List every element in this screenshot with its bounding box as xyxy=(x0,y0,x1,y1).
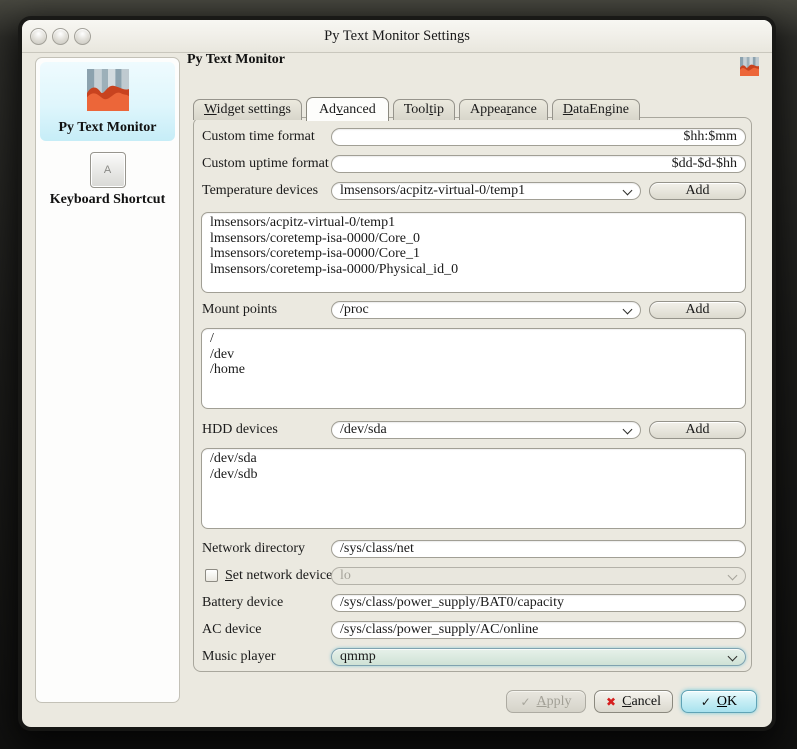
chevron-down-icon xyxy=(623,186,633,196)
mount-points-add-button[interactable]: Add xyxy=(649,301,746,319)
hdd-devices-combobox[interactable]: /dev/sda xyxy=(331,421,641,439)
check-icon: ✓ xyxy=(701,696,711,708)
list-item[interactable]: lmsensors/coretemp-isa-0000/Physical_id_… xyxy=(210,262,737,278)
window-title: Py Text Monitor Settings xyxy=(22,20,772,52)
network-device-combobox: lo xyxy=(331,567,746,585)
hdd-add-button[interactable]: Add xyxy=(649,421,746,439)
applet-icon xyxy=(740,57,759,81)
cross-icon: ✖ xyxy=(606,696,616,708)
page-title: Py Text Monitor xyxy=(187,52,285,68)
sidebar-item-label: Keyboard Shortcut xyxy=(42,192,173,208)
battery-device-input[interactable] xyxy=(331,594,746,612)
tab-advanced[interactable]: Advanced xyxy=(306,97,389,121)
tab-appearance[interactable]: Appearance xyxy=(459,99,548,120)
dialog-button-row: ✓ Apply ✖ Cancel ✓ OK xyxy=(506,690,757,713)
chevron-down-icon xyxy=(728,571,738,581)
sidebar-item-label: Py Text Monitor xyxy=(42,120,173,136)
check-icon: ✓ xyxy=(520,696,530,708)
set-network-device-checkbox[interactable] xyxy=(205,569,218,582)
custom-time-format-input[interactable] xyxy=(331,128,746,146)
music-player-combobox[interactable]: qmmp xyxy=(331,648,746,666)
list-item[interactable]: lmsensors/acpitz-virtual-0/temp1 xyxy=(210,215,737,231)
network-directory-input[interactable] xyxy=(331,540,746,558)
list-item[interactable]: /dev/sda xyxy=(210,451,737,467)
hdd-devices-label: HDD devices xyxy=(202,421,278,439)
ac-device-label: AC device xyxy=(202,621,261,639)
tab-tooltip[interactable]: Tooltip xyxy=(393,99,455,120)
list-item[interactable]: / xyxy=(210,331,737,347)
sidebar-item-keyboard-shortcut[interactable]: A Keyboard Shortcut xyxy=(40,145,175,213)
battery-device-label: Battery device xyxy=(202,594,283,612)
list-item[interactable]: /dev/sdb xyxy=(210,467,737,483)
network-directory-label: Network directory xyxy=(202,540,305,558)
titlebar: Py Text Monitor Settings xyxy=(22,20,772,53)
list-item[interactable]: lmsensors/coretemp-isa-0000/Core_1 xyxy=(210,246,737,262)
advanced-tab-panel: Custom time format Custom uptime format … xyxy=(193,117,752,672)
custom-time-format-label: Custom time format xyxy=(202,128,315,146)
music-player-label: Music player xyxy=(202,648,275,666)
keyboard-key-icon: A xyxy=(42,152,173,188)
chevron-down-icon xyxy=(623,425,633,435)
temperature-devices-list[interactable]: lmsensors/acpitz-virtual-0/temp1lmsensor… xyxy=(201,212,746,293)
tab-widget-settings[interactable]: Widget settings xyxy=(193,99,302,120)
custom-uptime-format-label: Custom uptime format xyxy=(202,155,329,173)
set-network-device-label[interactable]: Set network device xyxy=(225,567,332,585)
cancel-button[interactable]: ✖ Cancel xyxy=(594,690,673,713)
list-item[interactable]: /home xyxy=(210,362,737,378)
apply-button: ✓ Apply xyxy=(506,690,586,713)
ac-device-input[interactable] xyxy=(331,621,746,639)
temperature-add-button[interactable]: Add xyxy=(649,182,746,200)
ok-button[interactable]: ✓ OK xyxy=(681,690,757,713)
sidebar: Py Text Monitor A Keyboard Shortcut xyxy=(35,57,180,703)
sidebar-item-py-text-monitor[interactable]: Py Text Monitor xyxy=(40,62,175,141)
mount-points-label: Mount points xyxy=(202,301,277,319)
list-item[interactable]: /dev xyxy=(210,347,737,363)
list-item[interactable]: lmsensors/coretemp-isa-0000/Core_0 xyxy=(210,231,737,247)
temperature-devices-combobox[interactable]: lmsensors/acpitz-virtual-0/temp1 xyxy=(331,182,641,200)
tab-dataengine[interactable]: DataEngine xyxy=(552,99,640,120)
custom-uptime-format-input[interactable] xyxy=(331,155,746,173)
chevron-down-icon xyxy=(623,305,633,315)
hdd-devices-list[interactable]: /dev/sda/dev/sdb xyxy=(201,448,746,529)
chevron-down-icon xyxy=(728,652,738,662)
mount-points-combobox[interactable]: /proc xyxy=(331,301,641,319)
temperature-devices-label: Temperature devices xyxy=(202,182,318,200)
area-chart-icon xyxy=(42,69,173,116)
tab-bar: Widget settings Advanced Tooltip Appeara… xyxy=(193,95,640,120)
mount-points-list[interactable]: //dev/home xyxy=(201,328,746,409)
settings-dialog: Py Text Monitor Settings Py Text Monitor xyxy=(22,20,772,727)
